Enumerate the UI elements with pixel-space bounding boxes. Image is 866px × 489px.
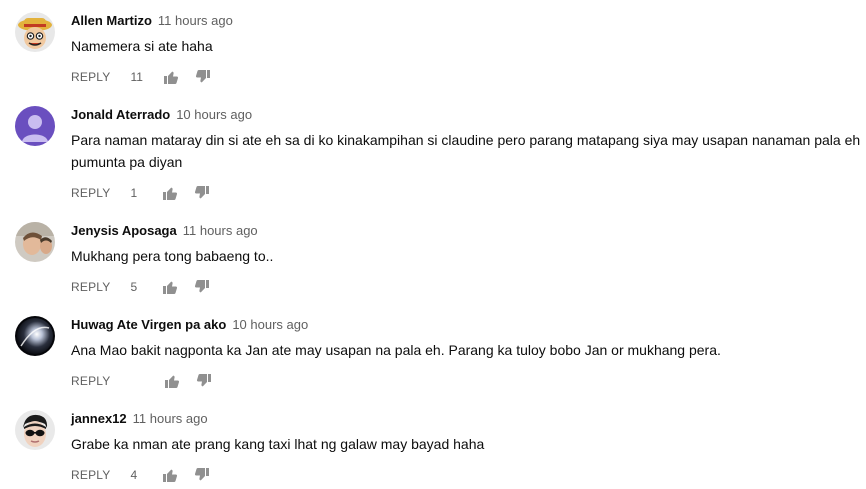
comment-timestamp[interactable]: 10 hours ago: [176, 107, 252, 122]
thumbs-down-icon[interactable]: [195, 69, 211, 85]
like-count: 11: [130, 70, 143, 84]
like-count: 1: [130, 186, 138, 200]
comment-actions: REPLY: [71, 373, 856, 389]
default-person-avatar-icon[interactable]: [15, 106, 55, 146]
comment-text: Grabe ka nman ate prang kang taxi lhat n…: [71, 436, 485, 452]
reply-button[interactable]: REPLY: [71, 468, 110, 482]
comment-text: Namemera si ate haha: [71, 38, 213, 54]
comment-author[interactable]: jannex12: [71, 411, 127, 426]
thumbs-up-icon[interactable]: [164, 373, 180, 389]
comment-timestamp[interactable]: 11 hours ago: [158, 13, 233, 28]
comment-author[interactable]: Allen Martizo: [71, 13, 152, 28]
comment-text: Mukhang pera tong babaeng to..: [71, 248, 274, 264]
comment-list: Allen Martizo 11 hours ago Namemera si at…: [0, 0, 866, 489]
sunglasses-person-avatar-icon[interactable]: [15, 410, 55, 450]
comment-author[interactable]: Jonald Aterrado: [71, 107, 170, 122]
reply-button[interactable]: REPLY: [71, 186, 110, 200]
comment-actions: REPLY 4: [71, 467, 856, 483]
photo-avatar-icon[interactable]: [15, 222, 55, 262]
reply-button[interactable]: REPLY: [71, 374, 110, 388]
dark-moon-avatar-icon[interactable]: [15, 316, 55, 356]
comment-timestamp[interactable]: 11 hours ago: [133, 411, 208, 426]
like-count: 4: [130, 468, 138, 482]
thumbs-down-icon[interactable]: [194, 279, 210, 295]
thumbs-up-icon[interactable]: [162, 467, 178, 483]
reply-button[interactable]: REPLY: [71, 280, 110, 294]
comment-timestamp[interactable]: 10 hours ago: [232, 317, 308, 332]
comment-author[interactable]: Jenysis Aposaga: [71, 223, 177, 238]
thumbs-down-icon[interactable]: [194, 467, 210, 483]
comment-text: Para naman mataray din si ate eh sa di k…: [71, 132, 861, 170]
thumbs-up-icon[interactable]: [162, 279, 178, 295]
comment-timestamp[interactable]: 11 hours ago: [183, 223, 258, 238]
thumbs-down-icon[interactable]: [196, 373, 212, 389]
cartoon-straw-hat-avatar-icon[interactable]: [15, 12, 55, 52]
thumbs-up-icon[interactable]: [163, 69, 179, 85]
comment-actions: REPLY 5: [71, 279, 856, 295]
comment-actions: REPLY 1: [71, 185, 856, 201]
like-count: 5: [130, 280, 138, 294]
thumbs-up-icon[interactable]: [162, 185, 178, 201]
comment-text: Ana Mao bakit nagponta ka Jan ate may us…: [71, 342, 721, 358]
comment-actions: REPLY 11: [71, 69, 856, 85]
thumbs-down-icon[interactable]: [194, 185, 210, 201]
reply-button[interactable]: REPLY: [71, 70, 110, 84]
comment-author[interactable]: Huwag Ate Virgen pa ako: [71, 317, 226, 332]
